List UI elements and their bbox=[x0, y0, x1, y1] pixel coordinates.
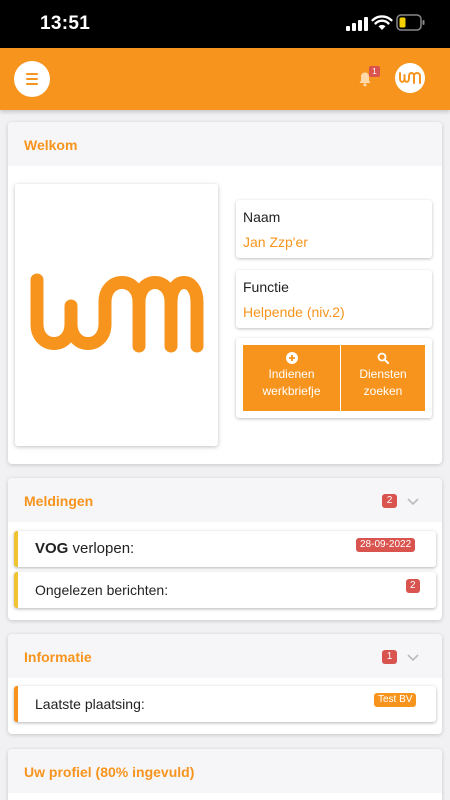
search-icon bbox=[377, 352, 389, 364]
information-card-header[interactable]: Informatie 1 bbox=[8, 634, 442, 678]
notification-item-vog[interactable]: VOG verlopen: 28-09-2022 bbox=[14, 531, 436, 567]
unread-messages-text: Ongelezen berichten: bbox=[35, 582, 169, 598]
wam-logo-image bbox=[30, 273, 204, 353]
notification-item-unread-messages[interactable]: Ongelezen berichten: 2 bbox=[14, 572, 436, 608]
last-placement-text: Laatste plaatsing: bbox=[35, 696, 145, 712]
profile-card-header[interactable]: Uw profiel (80% ingevuld) bbox=[8, 749, 442, 793]
vog-label: VOG bbox=[35, 540, 69, 557]
profile-title: Uw profiel (80% ingevuld) bbox=[24, 764, 195, 780]
battery-icon bbox=[396, 14, 425, 31]
chevron-down-icon[interactable] bbox=[407, 654, 419, 662]
menu-icon bbox=[26, 73, 38, 75]
search-shifts-button[interactable]: Diensten zoeken bbox=[341, 345, 425, 411]
user-avatar-logo[interactable] bbox=[395, 63, 425, 93]
function-field-box: Functie Helpende (niv.2) bbox=[236, 270, 432, 328]
welcome-card-header: Welkom bbox=[8, 122, 442, 166]
welcome-card: Welkom Naam Jan Zzp'er Functie Helpende … bbox=[8, 122, 442, 464]
name-field-box: Naam Jan Zzp'er bbox=[236, 200, 432, 258]
submit-timesheet-button[interactable]: Indienen werkbriefje bbox=[243, 345, 340, 411]
status-time: 13:51 bbox=[40, 13, 91, 34]
status-bar: 13:51 bbox=[0, 0, 450, 48]
chevron-down-icon[interactable] bbox=[407, 498, 419, 506]
cellular-signal-icon bbox=[346, 16, 368, 31]
function-value: Helpende (niv.2) bbox=[243, 304, 345, 320]
vog-date-badge: 28-09-2022 bbox=[356, 538, 416, 552]
wifi-icon bbox=[371, 15, 393, 30]
last-placement-badge: Test BV bbox=[374, 693, 417, 707]
action-buttons-group: Indienen werkbriefje Diensten zoeken bbox=[236, 338, 432, 418]
notifications-count-badge: 2 bbox=[382, 494, 397, 508]
information-card: Informatie 1 Laatste plaatsing: Test BV bbox=[8, 634, 442, 734]
notifications-title: Meldingen bbox=[24, 493, 94, 509]
info-item-last-placement[interactable]: Laatste plaatsing: Test BV bbox=[14, 686, 436, 722]
name-label: Naam bbox=[243, 209, 281, 225]
name-value: Jan Zzp'er bbox=[243, 234, 308, 250]
plus-circle-icon bbox=[285, 352, 298, 364]
information-title: Informatie bbox=[24, 649, 92, 665]
welcome-title: Welkom bbox=[24, 137, 78, 153]
profile-card: Uw profiel (80% ingevuld) bbox=[8, 749, 442, 800]
vog-expired-text: verlopen: bbox=[68, 540, 135, 557]
unread-messages-count-badge: 2 bbox=[406, 579, 420, 593]
notifications-card: Meldingen 2 VOG verlopen: 28-09-2022 Ong… bbox=[8, 478, 442, 620]
notifications-card-header[interactable]: Meldingen 2 bbox=[8, 478, 442, 522]
function-label: Functie bbox=[243, 279, 289, 295]
information-count-badge: 1 bbox=[382, 650, 397, 664]
app-header: 1 bbox=[0, 48, 450, 110]
notification-count-badge: 1 bbox=[369, 66, 380, 77]
hamburger-menu-button[interactable] bbox=[14, 61, 50, 97]
wam-logo-icon bbox=[399, 72, 421, 84]
company-logo-box bbox=[15, 184, 218, 446]
